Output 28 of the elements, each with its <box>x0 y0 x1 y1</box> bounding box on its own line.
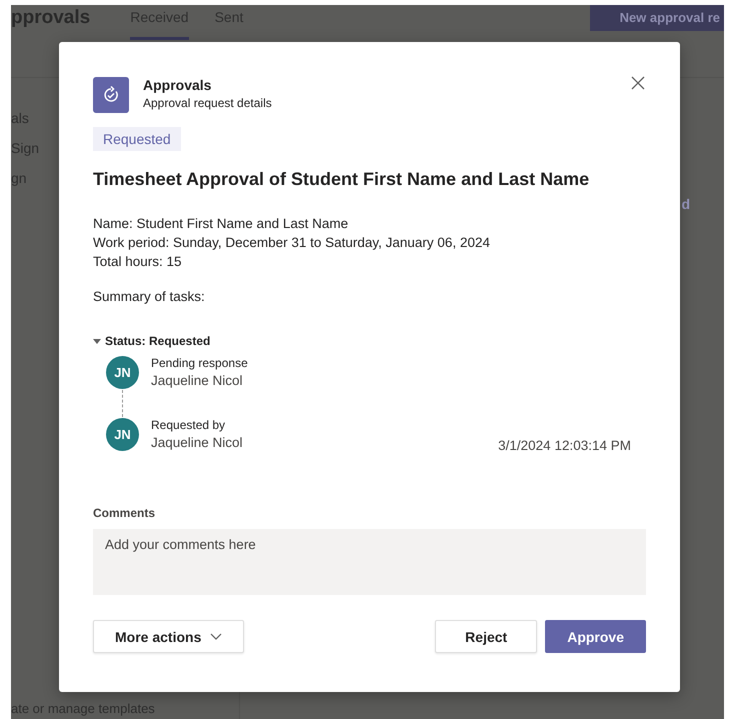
entry-label: Requested by <box>151 418 226 432</box>
text-fragment: d <box>681 196 690 214</box>
comments-field[interactable]: Add your comments here <box>93 529 646 595</box>
detail-line: Work period: Sunday, December 31 to Saturday, January 06, 2024 <box>93 235 491 250</box>
approvals-app-icon <box>93 77 129 113</box>
detail-line: Name: Student First Name and Last Name <box>93 216 350 231</box>
chevron-down-icon <box>210 632 222 640</box>
connector-line <box>122 390 123 417</box>
new-approval-button[interactable]: New approval re <box>590 5 724 31</box>
request-title: Timesheet Approval of Student First Name and Last Name <box>93 169 590 190</box>
detail-line: Total hours: 15 <box>93 254 183 269</box>
timestamp: 3/1/2024 12:03:14 PM <box>498 438 631 453</box>
reject-button[interactable]: Reject <box>435 620 538 653</box>
avatar: JN <box>106 356 139 389</box>
avatar: JN <box>106 418 139 451</box>
caret-icon <box>93 337 101 345</box>
summary-label: Summary of tasks: <box>93 289 206 304</box>
app-name: Approvals <box>143 77 212 93</box>
comments-label: Comments <box>93 506 156 520</box>
status-toggle[interactable]: Status: Requested <box>93 334 210 348</box>
entry-label: Pending response <box>151 356 248 370</box>
person-name: Jaqueline Nicol <box>151 373 244 388</box>
more-actions-button[interactable]: More actions <box>93 620 244 653</box>
close-icon[interactable] <box>630 75 646 91</box>
app-subtitle: Approval request details <box>143 96 272 110</box>
approve-button[interactable]: Approve <box>545 620 646 653</box>
status-badge: Requested <box>93 127 181 151</box>
person-name: Jaqueline Nicol <box>151 435 243 450</box>
